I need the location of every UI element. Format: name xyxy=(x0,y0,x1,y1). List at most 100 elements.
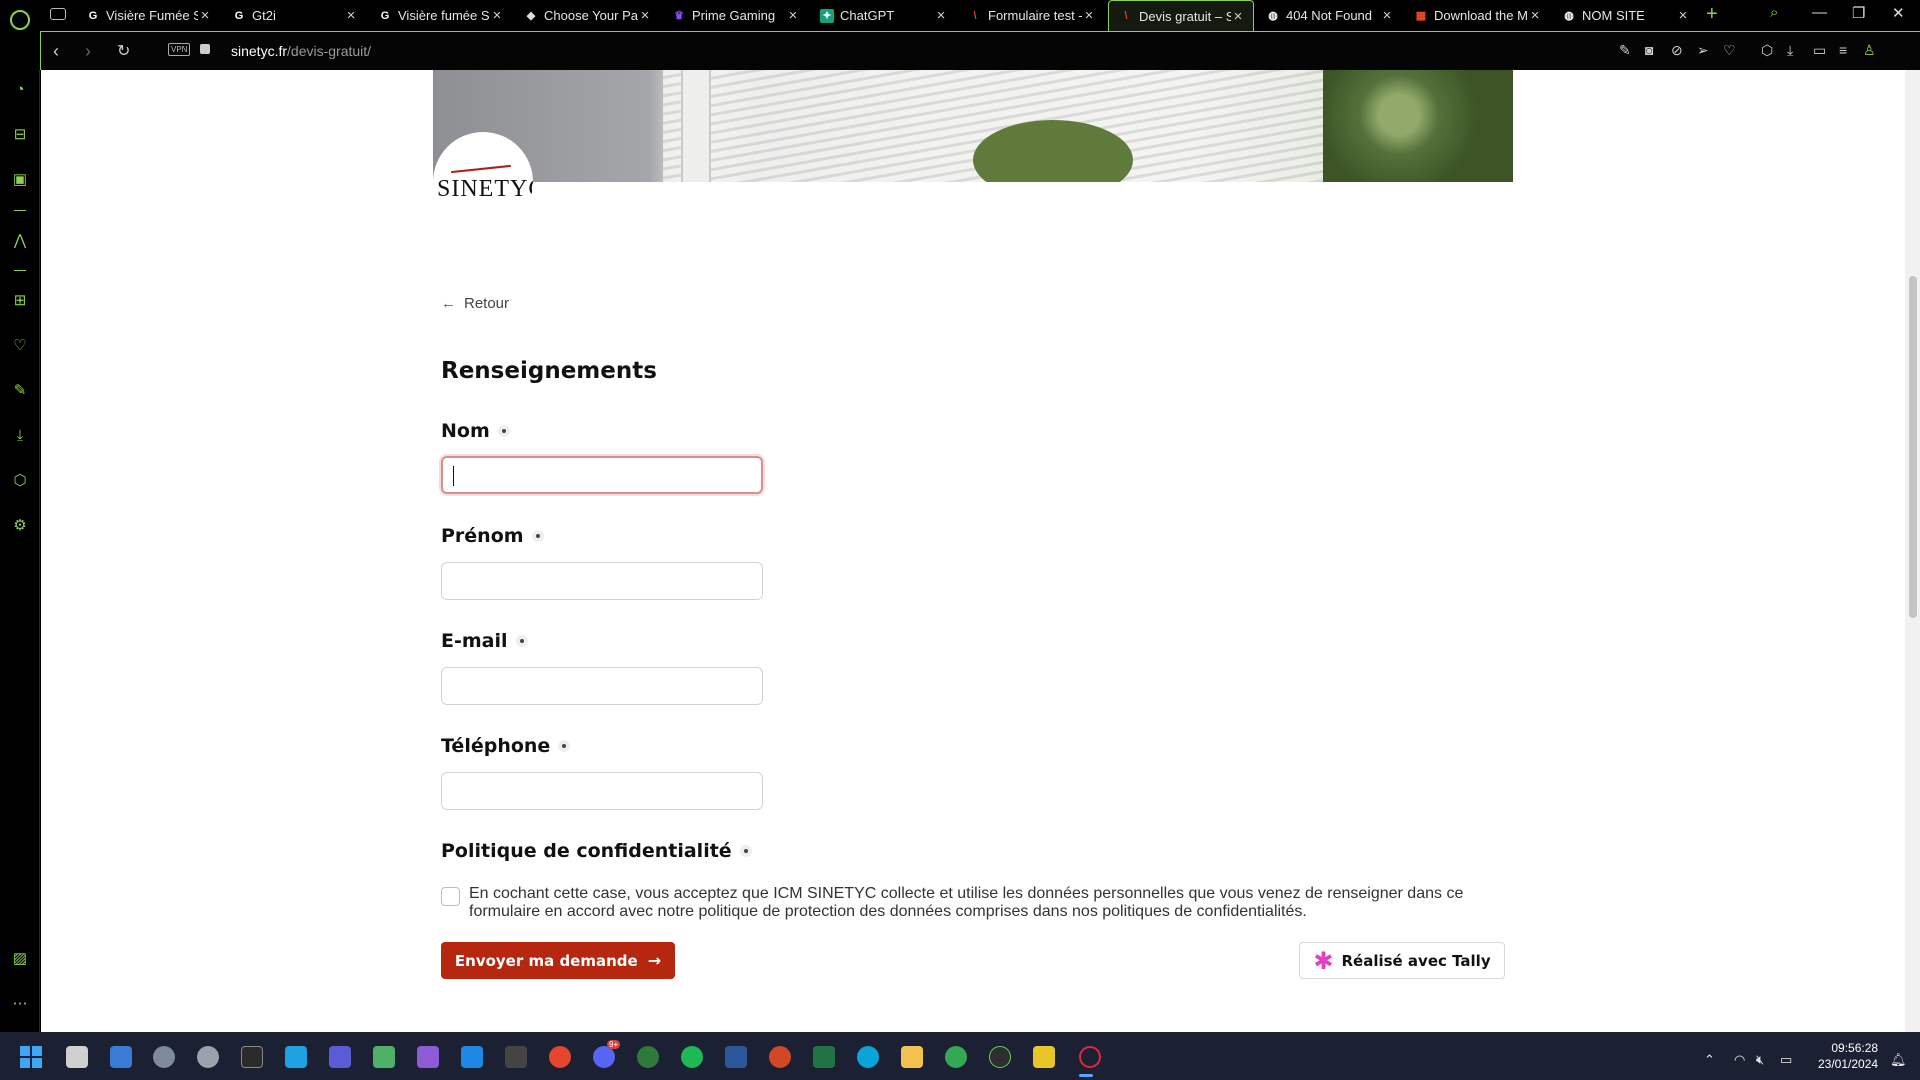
workspace-icon[interactable] xyxy=(50,8,66,20)
opera-gx-icon[interactable] xyxy=(1079,1046,1101,1068)
back-nav-icon[interactable]: ‹ xyxy=(53,41,59,62)
new-tab-icon[interactable]: + xyxy=(1706,3,1718,26)
made-with-tally-badge[interactable]: ✱ Réalisé avec Tally xyxy=(1299,942,1505,979)
tab-0[interactable]: G Visière Fumée Sp × xyxy=(76,0,220,31)
close-icon[interactable]: × xyxy=(1231,8,1245,25)
minimize-icon[interactable]: — xyxy=(1812,4,1827,21)
chrome-profile-icon[interactable] xyxy=(945,1046,967,1068)
cpu-limiter-icon[interactable]: ▣ xyxy=(11,171,29,189)
telephone-input[interactable] xyxy=(441,772,763,810)
scrollbar-thumb[interactable] xyxy=(1909,276,1917,618)
snapshot-icon[interactable]: ◙ xyxy=(1645,42,1653,58)
game-app-icon[interactable] xyxy=(1033,1046,1055,1068)
aria-icon[interactable]: ⋀ xyxy=(11,232,29,250)
system-clock[interactable]: 09:56:28 23/01/2024 xyxy=(1818,1040,1878,1072)
close-window-icon[interactable]: ✕ xyxy=(1892,4,1905,22)
cube-icon[interactable]: ⬡ xyxy=(1761,42,1773,59)
xbox-icon[interactable] xyxy=(637,1046,659,1068)
discord-icon[interactable] xyxy=(593,1046,615,1068)
heart-icon[interactable]: ♡ xyxy=(1723,42,1736,59)
email-input[interactable] xyxy=(441,667,763,705)
volume-muted-icon[interactable]: 🔇︎ xyxy=(1756,1052,1764,1068)
close-icon[interactable]: × xyxy=(786,7,800,24)
terminal-icon[interactable] xyxy=(241,1046,263,1068)
hs-app-icon[interactable] xyxy=(989,1046,1011,1068)
close-icon[interactable]: × xyxy=(638,7,652,24)
download-icon[interactable]: ⤓ xyxy=(1787,42,1793,59)
submit-button[interactable]: Envoyer ma demande → xyxy=(441,942,675,979)
visual-studio-icon[interactable] xyxy=(417,1046,439,1068)
tab-9[interactable]: ▦ Download the Mi × xyxy=(1404,0,1550,31)
excel-icon[interactable] xyxy=(813,1046,835,1068)
nom-input[interactable] xyxy=(441,456,763,494)
tab-10[interactable]: ◍ NOM SITE × xyxy=(1552,0,1698,31)
close-icon[interactable]: × xyxy=(198,7,212,24)
widget-app-icon[interactable] xyxy=(373,1046,395,1068)
battery-saver-icon[interactable]: ▭ xyxy=(1813,42,1826,59)
more-dots-icon[interactable]: ⋯ xyxy=(11,995,29,1013)
tab-7-active[interactable]: \ Devis gratuit – Sin × xyxy=(1108,0,1254,31)
lock-icon[interactable] xyxy=(200,44,210,54)
tab-4[interactable]: ♛ Prime Gaming × xyxy=(662,0,808,31)
tab-2[interactable]: G Visière fumée Sp × xyxy=(368,0,512,31)
tab-8[interactable]: ◍ 404 Not Found × xyxy=(1256,0,1402,31)
close-icon[interactable]: × xyxy=(934,7,948,24)
battery-icon[interactable]: ▭ xyxy=(1780,1052,1792,1068)
back-link[interactable]: ← Retour xyxy=(441,295,509,312)
wallpaper-icon[interactable]: ▨ xyxy=(11,950,29,968)
close-icon[interactable]: × xyxy=(1380,7,1394,24)
easy-setup-icon[interactable]: ✎ xyxy=(1619,42,1631,59)
extensions-cube-icon[interactable]: ⬡ xyxy=(11,472,29,490)
reload-icon[interactable]: ↻ xyxy=(117,41,130,61)
apps-grid-icon[interactable]: ⊞ xyxy=(11,292,29,310)
close-icon[interactable]: × xyxy=(1676,7,1690,24)
tab-title: NOM SITE xyxy=(1582,8,1645,23)
gaming-icon[interactable]: ⊟ xyxy=(11,126,29,144)
remote-desktop-icon[interactable] xyxy=(285,1046,307,1068)
notification-bell-icon[interactable]: 🔔︎ xyxy=(1890,1052,1907,1068)
powerpoint-icon[interactable] xyxy=(769,1046,791,1068)
profile-icon[interactable]: ♙ xyxy=(1863,42,1876,59)
taskview-icon[interactable] xyxy=(66,1046,88,1068)
consent-checkbox[interactable] xyxy=(441,887,460,906)
close-icon[interactable]: × xyxy=(490,7,504,24)
unity-icon[interactable] xyxy=(505,1046,527,1068)
send-icon[interactable]: ➢ xyxy=(1697,42,1709,59)
edge-icon[interactable] xyxy=(857,1046,879,1068)
chrome-icon[interactable] xyxy=(549,1046,571,1068)
prenom-input[interactable] xyxy=(441,562,763,600)
menu-icon[interactable]: ≡ xyxy=(1839,42,1847,58)
close-icon[interactable]: × xyxy=(344,7,358,24)
file-explorer-icon[interactable] xyxy=(901,1046,923,1068)
speed-dial-icon[interactable]: ◔ xyxy=(11,81,29,99)
notes-icon[interactable]: ✎ xyxy=(11,382,29,400)
tab-1[interactable]: G Gt2i × xyxy=(222,0,366,31)
tab-3[interactable]: ◆ Choose Your Part × xyxy=(514,0,660,31)
restore-icon[interactable]: ❐ xyxy=(1852,4,1865,22)
downloads-icon[interactable]: ⤓ xyxy=(11,427,29,445)
windows-start-icon[interactable] xyxy=(20,1046,42,1068)
wifi-icon[interactable]: ◠ xyxy=(1734,1052,1745,1068)
tab-6[interactable]: \ Formulaire test - × xyxy=(958,0,1104,31)
close-icon[interactable]: × xyxy=(1528,7,1542,24)
settings-gear-icon[interactable]: ⚙ xyxy=(11,517,29,535)
search-tabs-icon[interactable]: ⌕ xyxy=(1770,4,1778,21)
spotify-icon[interactable] xyxy=(681,1046,703,1068)
vpn-badge[interactable]: VPN xyxy=(168,43,191,56)
arrow-right-icon: → xyxy=(647,951,662,970)
url-field[interactable]: sinetyc.fr/devis-gratuit/ xyxy=(231,43,371,59)
adblock-icon[interactable]: ⊘ xyxy=(1671,42,1683,59)
tray-chevron-icon[interactable]: ⌃ xyxy=(1704,1052,1715,1068)
vscode-icon[interactable] xyxy=(461,1046,483,1068)
tab-5[interactable]: ✦ ChatGPT × xyxy=(810,0,956,31)
forward-nav-icon[interactable]: › xyxy=(85,41,91,62)
settings-app-icon[interactable] xyxy=(153,1046,175,1068)
app-icon[interactable] xyxy=(329,1046,351,1068)
close-icon[interactable]: × xyxy=(1082,7,1096,24)
sinetyc-logo[interactable]: SINETYC xyxy=(433,132,533,232)
opera-logo-icon[interactable] xyxy=(10,10,30,30)
favorites-heart-icon[interactable]: ♡ xyxy=(11,337,29,355)
control-app-icon[interactable] xyxy=(197,1046,219,1068)
monitor-app-icon[interactable] xyxy=(110,1046,132,1068)
word-icon[interactable] xyxy=(725,1046,747,1068)
